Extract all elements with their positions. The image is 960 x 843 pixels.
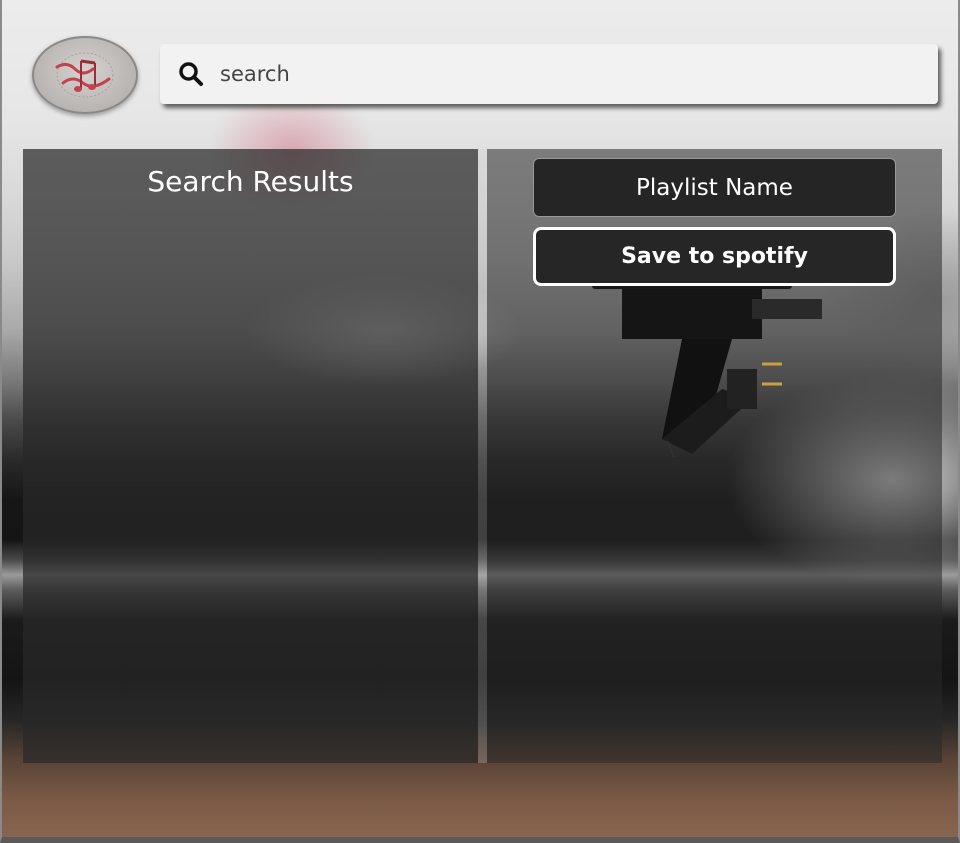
search-bar[interactable] [160,44,938,104]
search-input[interactable] [220,54,900,94]
save-to-spotify-button[interactable]: Save to spotify [533,227,896,286]
turntable-cartridge-image [592,269,822,458]
search-icon [179,62,203,86]
search-results-panel: Search Results [23,149,478,763]
playlist-panel: Save to spotify [487,149,942,763]
playlist-name-input[interactable] [533,158,896,217]
header [2,0,958,130]
music-notes-logo-icon [55,52,114,98]
app-window: Search Results Save to spotify [0,0,960,843]
search-results-title: Search Results [147,165,354,198]
panel-divider [478,149,487,763]
app-logo [32,36,138,114]
